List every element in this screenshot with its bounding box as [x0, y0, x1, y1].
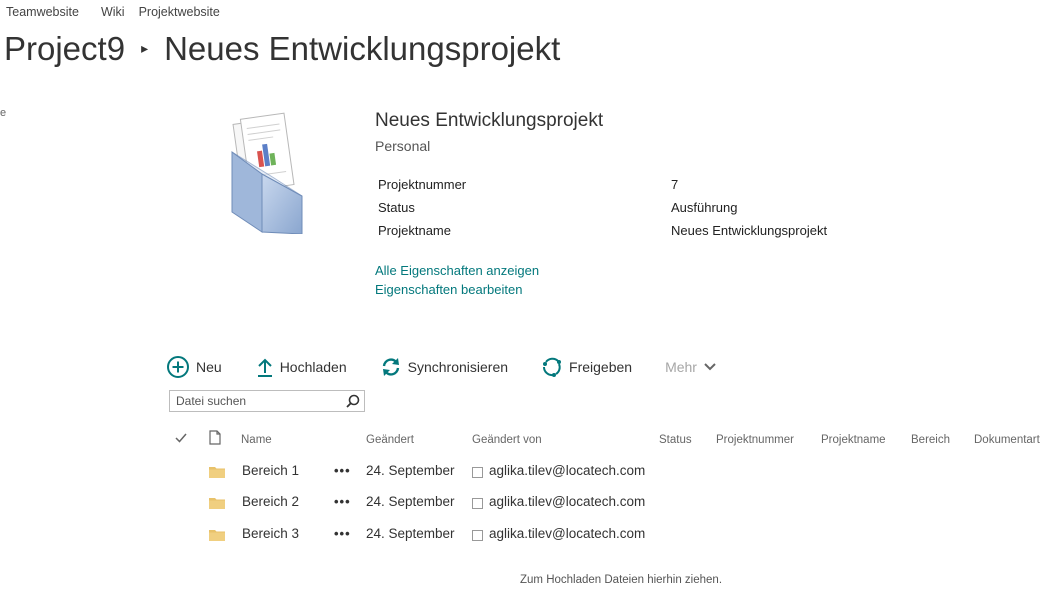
search-icon[interactable] [346, 394, 360, 408]
upload-button[interactable]: Hochladen [256, 356, 347, 378]
row-modified-by[interactable]: aglika.tilev@locatech.com [489, 463, 645, 478]
prop-label-projektname: Projektname [378, 223, 451, 238]
col-header-modified[interactable]: Geändert [366, 434, 414, 446]
command-bar: Neu Hochladen Synchronisieren Freigeben [166, 354, 717, 380]
breadcrumb-site[interactable]: Project9 [4, 30, 125, 68]
col-header-projektname[interactable]: Projektname [821, 434, 886, 446]
sync-icon [382, 358, 399, 376]
drop-zone-hint[interactable]: Zum Hochladen Dateien hierhin ziehen. [520, 574, 722, 586]
share-icon [543, 357, 562, 377]
more-button-label: Mehr [665, 359, 697, 375]
col-header-dokumentart[interactable]: Dokumentart [974, 434, 1040, 446]
upload-arrow-icon [257, 358, 272, 377]
show-all-properties-link[interactable]: Alle Eigenschaften anzeigen [375, 263, 539, 278]
col-header-status[interactable]: Status [659, 434, 692, 446]
row-name-link[interactable]: Bereich 3 [242, 526, 299, 541]
row-menu-button[interactable]: ••• [334, 526, 351, 541]
left-nav-cutoff-text[interactable]: e [0, 107, 6, 119]
presence-indicator-icon [472, 498, 483, 509]
item-content-type: Personal [375, 138, 431, 154]
file-type-icon[interactable] [209, 430, 221, 445]
prop-value-projektnummer: 7 [671, 177, 679, 192]
breadcrumb-page: Neues Entwicklungsprojekt [164, 30, 561, 67]
chevron-down-icon [704, 363, 716, 371]
row-modified-by[interactable]: aglika.tilev@locatech.com [489, 494, 645, 509]
new-button-label: Neu [196, 359, 222, 375]
row-name-link[interactable]: Bereich 2 [242, 494, 299, 509]
checkmark-icon[interactable] [175, 432, 187, 444]
search-input[interactable] [170, 391, 346, 411]
row-menu-button[interactable]: ••• [334, 463, 351, 478]
top-nav: Teamwebsite Wiki Projektwebsite [6, 5, 242, 19]
upload-button-label: Hochladen [279, 359, 347, 375]
nav-projektwebsite[interactable]: Projektwebsite [139, 5, 220, 19]
folder-icon [209, 467, 225, 478]
table-row[interactable]: Bereich 1 ••• 24. September aglika.tilev… [0, 463, 1059, 481]
presence-indicator-icon [472, 530, 483, 541]
row-modified: 24. September [366, 494, 455, 509]
prop-label-projektnummer: Projektnummer [378, 177, 467, 192]
new-button[interactable]: Neu [166, 355, 222, 379]
breadcrumb-separator-icon: ▸ [141, 39, 149, 56]
col-header-name[interactable]: Name [241, 434, 272, 446]
table-row[interactable]: Bereich 3 ••• 24. September aglika.tilev… [0, 526, 1059, 544]
row-name-link[interactable]: Bereich 1 [242, 463, 299, 478]
plus-circle-icon [167, 356, 189, 378]
col-header-modified-by[interactable]: Geändert von [472, 434, 542, 446]
folder-icon [209, 530, 225, 541]
row-menu-button[interactable]: ••• [334, 494, 351, 509]
sync-button-label: Synchronisieren [407, 359, 509, 375]
table-row[interactable]: Bereich 2 ••• 24. September aglika.tilev… [0, 494, 1059, 512]
folder-icon [209, 498, 225, 509]
col-header-bereich[interactable]: Bereich [911, 434, 950, 446]
nav-wiki[interactable]: Wiki [101, 5, 125, 19]
row-modified: 24. September [366, 463, 455, 478]
doc-library-icon [228, 112, 310, 235]
presence-indicator-icon [472, 467, 483, 478]
row-modified-by[interactable]: aglika.tilev@locatech.com [489, 526, 645, 541]
share-button[interactable]: Freigeben [541, 356, 632, 378]
col-header-projektnummer[interactable]: Projektnummer [716, 434, 794, 446]
search-box [169, 390, 365, 412]
row-modified: 24. September [366, 526, 455, 541]
item-title: Neues Entwicklungsprojekt [375, 110, 604, 131]
more-button[interactable]: Mehr [665, 359, 717, 375]
page-title: Project9 ▸ Neues Entwicklungsprojekt [4, 30, 560, 68]
prop-value-projektname: Neues Entwicklungsprojekt [671, 223, 828, 238]
share-button-label: Freigeben [569, 359, 633, 375]
nav-teamwebsite[interactable]: Teamwebsite [6, 5, 79, 19]
sync-button[interactable]: Synchronisieren [380, 356, 508, 378]
edit-properties-link[interactable]: Eigenschaften bearbeiten [375, 282, 522, 297]
prop-label-status: Status [378, 200, 415, 215]
prop-value-status: Ausführung [671, 200, 738, 215]
